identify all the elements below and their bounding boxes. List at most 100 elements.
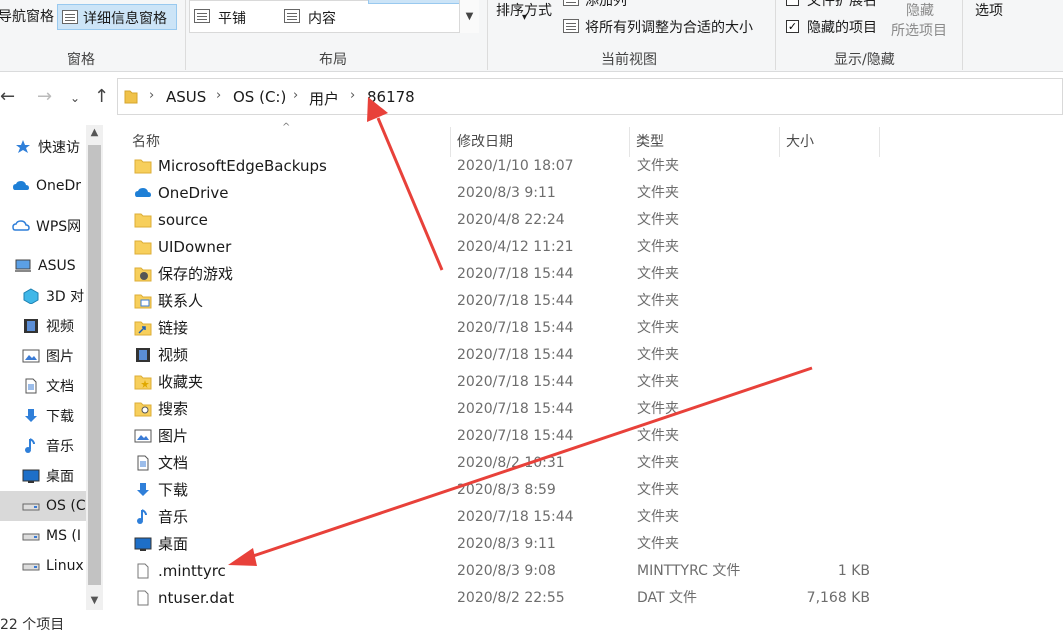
file-row[interactable]: 音乐 2020/7/18 15:44 文件夹 bbox=[126, 504, 886, 531]
nav-item-12[interactable]: MS (I bbox=[0, 521, 86, 551]
scroll-down-icon[interactable]: ▼ bbox=[86, 595, 103, 606]
nav-item-8[interactable]: 下载 bbox=[0, 401, 86, 431]
file-size bbox=[776, 288, 870, 315]
nav-item-4[interactable]: 3D 对 bbox=[0, 281, 86, 311]
show-hide-group-label: 显示/隐藏 bbox=[834, 52, 895, 68]
add-column-button[interactable]: 添加列 bbox=[585, 0, 627, 10]
file-row[interactable]: 桌面 2020/8/3 9:11 文件夹 bbox=[126, 531, 886, 558]
file-row[interactable]: 下载 2020/8/3 8:59 文件夹 bbox=[126, 477, 886, 504]
nav-item-13[interactable]: Linux bbox=[0, 551, 86, 581]
file-icon bbox=[134, 563, 152, 579]
nav-item-5[interactable]: 视频 bbox=[0, 311, 86, 341]
nav-item-2[interactable]: WPS网 bbox=[0, 211, 86, 241]
file-row[interactable]: source 2020/4/8 22:24 文件夹 bbox=[126, 207, 886, 234]
file-date: 2020/8/3 9:11 bbox=[457, 185, 556, 201]
file-size bbox=[776, 315, 870, 342]
fit-columns-button[interactable]: 将所有列调整为合适的大小 bbox=[585, 17, 753, 37]
ribbon-separator bbox=[487, 0, 488, 70]
picture-icon bbox=[22, 348, 40, 364]
nav-item-label: ASUS bbox=[38, 258, 76, 274]
file-date: 2020/7/18 15:44 bbox=[457, 509, 574, 525]
file-type: 文件夹 bbox=[637, 266, 679, 282]
music-icon bbox=[22, 438, 40, 454]
nav-item-label: 下载 bbox=[46, 409, 74, 425]
picture-icon bbox=[134, 428, 152, 444]
file-row[interactable]: OneDrive 2020/8/3 9:11 文件夹 bbox=[126, 180, 886, 207]
breadcrumb-current-user[interactable]: 86178 bbox=[367, 88, 415, 106]
breadcrumb-os-c[interactable]: OS (C:) bbox=[233, 88, 286, 106]
nav-item-3[interactable]: ASUS bbox=[0, 251, 86, 281]
options-button[interactable]: 选项 bbox=[975, 0, 1003, 20]
file-size bbox=[776, 207, 870, 234]
file-row[interactable]: 文档 2020/8/2 10:31 文件夹 bbox=[126, 450, 886, 477]
arrow-up-icon[interactable]: ↑ bbox=[94, 86, 109, 107]
file-row[interactable]: .minttyrc 2020/8/3 9:08 MINTTYRC 文件 1 KB bbox=[126, 558, 886, 585]
file-row[interactable]: 保存的游戏 2020/7/18 15:44 文件夹 bbox=[126, 261, 886, 288]
file-row[interactable]: 链接 2020/7/18 15:44 文件夹 bbox=[126, 315, 886, 342]
nav-pane-button[interactable]: 导航窗格 bbox=[0, 6, 54, 26]
arrow-right-icon[interactable]: → bbox=[37, 86, 52, 107]
nav-item-9[interactable]: 音乐 bbox=[0, 431, 86, 461]
file-name: 文档 bbox=[158, 454, 189, 472]
star-icon bbox=[14, 139, 32, 155]
file-date: 2020/8/2 22:55 bbox=[457, 590, 565, 606]
file-row[interactable]: ntuser.dat 2020/8/2 22:55 DAT 文件 7,168 KB bbox=[126, 585, 886, 612]
layout-expand-icon[interactable]: ▼ bbox=[459, 0, 479, 33]
nav-item-6[interactable]: 图片 bbox=[0, 341, 86, 371]
breadcrumb-users[interactable]: 用户 bbox=[309, 88, 339, 109]
nav-item-label: 音乐 bbox=[46, 439, 74, 455]
nav-item-7[interactable]: 文档 bbox=[0, 371, 86, 401]
nav-item-label: MS (I bbox=[46, 528, 82, 544]
file-row[interactable]: 图片 2020/7/18 15:44 文件夹 bbox=[126, 423, 886, 450]
file-row[interactable]: 收藏夹 2020/7/18 15:44 文件夹 bbox=[126, 369, 886, 396]
file-name: 联系人 bbox=[158, 292, 204, 310]
breadcrumb-asus[interactable]: ASUS bbox=[166, 88, 206, 106]
file-row[interactable]: MicrosoftEdgeBackups 2020/1/10 18:07 文件夹 bbox=[126, 153, 886, 180]
tiles-icon bbox=[194, 9, 210, 23]
layout-tiles-option[interactable]: 平铺 bbox=[218, 8, 246, 28]
nav-item-10[interactable]: 桌面 bbox=[0, 461, 86, 491]
file-size bbox=[776, 369, 870, 396]
file-row[interactable]: 视频 2020/7/18 15:44 文件夹 bbox=[126, 342, 886, 369]
saved-games-icon bbox=[134, 266, 152, 282]
file-type: 文件夹 bbox=[637, 320, 679, 336]
nav-pane-scrollbar[interactable]: ▲ ▼ bbox=[86, 125, 103, 610]
file-type: 文件夹 bbox=[637, 536, 679, 552]
layout-content-option[interactable]: 内容 bbox=[308, 8, 336, 28]
file-row[interactable]: 联系人 2020/7/18 15:44 文件夹 bbox=[126, 288, 886, 315]
pane-group-label: 窗格 bbox=[67, 52, 95, 68]
file-name: MicrosoftEdgeBackups bbox=[158, 157, 327, 175]
file-type: 文件夹 bbox=[637, 293, 679, 309]
nav-item-1[interactable]: OneDr bbox=[0, 171, 86, 201]
nav-item-11[interactable]: OS (C bbox=[0, 491, 86, 521]
file-date: 2020/7/18 15:44 bbox=[457, 293, 574, 309]
file-date: 2020/1/10 18:07 bbox=[457, 158, 574, 174]
file-type: 文件夹 bbox=[637, 401, 679, 417]
file-name: 图片 bbox=[158, 427, 189, 445]
ribbon-separator bbox=[962, 0, 963, 70]
chevron-right-icon: › bbox=[350, 88, 356, 103]
hide-selected-button[interactable]: 隐藏 bbox=[906, 0, 934, 20]
file-ext-label: 文件扩展名 bbox=[807, 0, 877, 9]
fit-columns-icon bbox=[563, 19, 579, 33]
arrow-left-icon[interactable]: ← bbox=[0, 86, 15, 107]
file-name: OneDrive bbox=[158, 184, 229, 202]
file-ext-checkbox[interactable] bbox=[786, 0, 799, 6]
file-row[interactable]: 搜索 2020/7/18 15:44 文件夹 bbox=[126, 396, 886, 423]
file-size bbox=[776, 342, 870, 369]
scrollbar-thumb[interactable] bbox=[88, 145, 101, 585]
file-name: 链接 bbox=[158, 319, 189, 337]
wps-cloud-icon bbox=[12, 218, 30, 234]
file-size bbox=[776, 504, 870, 531]
drive-icon bbox=[22, 558, 40, 574]
chevron-right-icon: › bbox=[149, 88, 155, 103]
scroll-up-icon[interactable]: ▲ bbox=[86, 127, 103, 138]
file-date: 2020/7/18 15:44 bbox=[457, 347, 574, 363]
hide-selected-label: 所选项目 bbox=[891, 23, 947, 39]
hidden-items-checkbox[interactable]: ✓ bbox=[786, 20, 799, 33]
file-row[interactable]: UIDowner 2020/4/12 11:21 文件夹 bbox=[126, 234, 886, 261]
nav-item-0[interactable]: 快速访 bbox=[0, 132, 86, 162]
chevron-down-icon[interactable]: ⌄ bbox=[70, 91, 80, 105]
file-name: 收藏夹 bbox=[158, 373, 204, 391]
file-type: 文件夹 bbox=[637, 212, 679, 228]
